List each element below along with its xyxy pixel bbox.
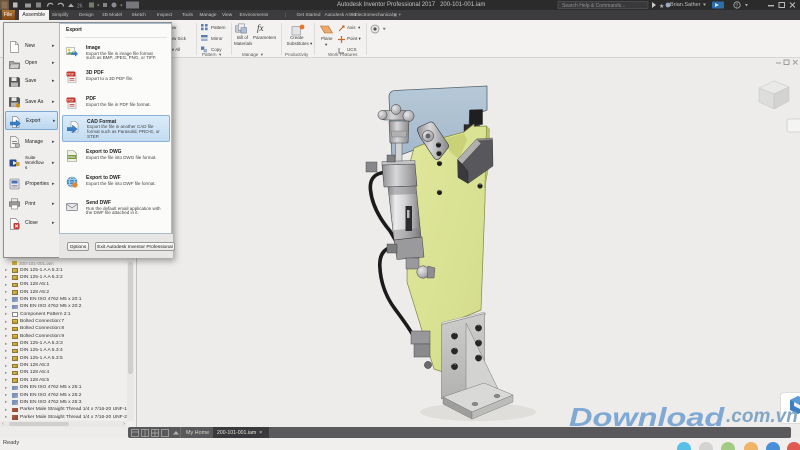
svg-text:Search Help & Commands...: Search Help & Commands... — [562, 3, 625, 9]
svg-text:★: ★ — [659, 3, 664, 10]
svg-text:DWG: DWG — [68, 155, 76, 159]
svg-text:26: 26 — [77, 4, 83, 10]
svg-text:PDF: PDF — [67, 72, 74, 76]
svg-text:?: ? — [735, 3, 738, 9]
svg-text:PDF: PDF — [67, 98, 74, 102]
